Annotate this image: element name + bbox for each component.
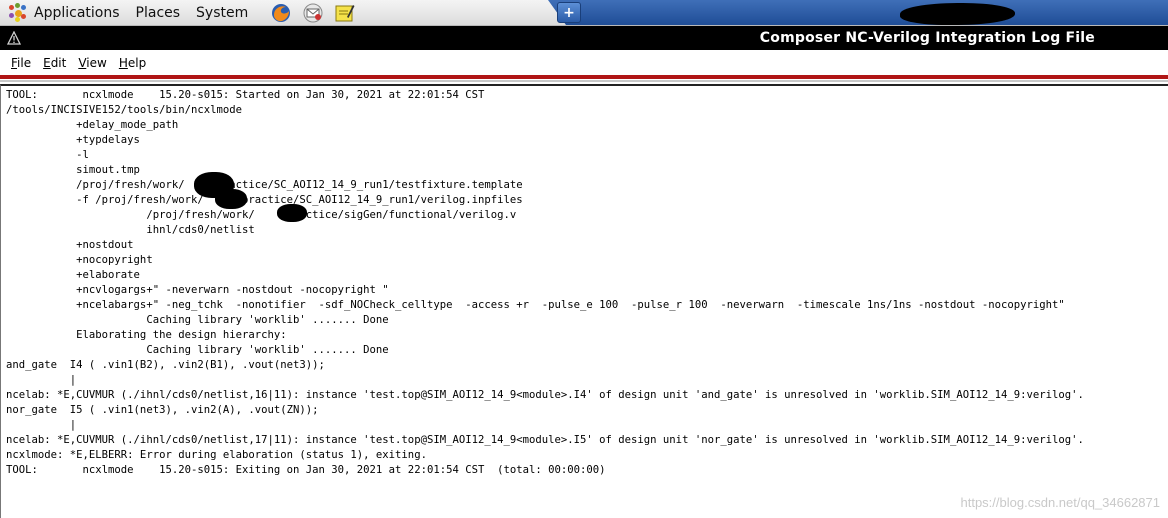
menu-separator-shadow [0,80,1168,82]
log-line: +elaborate [6,269,140,281]
firefox-icon[interactable] [270,2,292,24]
notes-icon[interactable] [334,2,356,24]
gnome-foot-icon[interactable] [8,2,28,23]
log-line: ihnl/cds0/netlist [6,224,255,236]
menu-separator [0,75,1168,79]
log-line: TOOL: ncxlmode 15.20-s015: Exiting on Ja… [6,464,606,476]
window-list-strip [548,0,1168,25]
mail-icon[interactable] [302,2,324,24]
log-line: simout.tmp [6,164,140,176]
show-desktop-button[interactable]: + [557,2,581,23]
log-line: Elaborating the design hierarchy: [6,329,287,341]
log-line: /proj/fresh/work/ /practice/sigGen/funct… [6,209,517,221]
plus-icon: + [563,4,575,21]
log-line: | [6,419,77,431]
log-line: /proj/fresh/work/ practice/SC_AOI12_14_9… [6,179,523,191]
window-title-bar: Composer NC-Verilog Integration Log File [0,26,1168,50]
log-line: Caching library 'worklib' ....... Done [6,344,389,356]
window-title: Composer NC-Verilog Integration Log File [759,30,1095,46]
warning-icon[interactable] [6,30,22,46]
log-line: TOOL: ncxlmode 15.20-s015: Started on Ja… [6,89,485,101]
redaction-mark [215,189,247,209]
log-line: +delay_mode_path [6,119,179,131]
log-line: +typdelays [6,134,140,146]
log-line: | [6,374,77,386]
log-line: +ncelabargs+" -neg_tchk -nonotifier -sdf… [6,299,1065,311]
menu-system[interactable]: System [196,5,248,21]
menu-help[interactable]: Help [119,56,146,70]
redaction-mark [900,3,1015,25]
log-line: ncelab: *E,CUVMUR (./ihnl/cds0/netlist,1… [6,434,1084,446]
menu-view[interactable]: View [78,56,106,70]
menu-applications[interactable]: Applications [34,5,120,21]
watermark: https://blog.csdn.net/qq_34662871 [960,495,1161,510]
log-line: and_gate I4 ( .vin1(B2), .vin2(B1), .vou… [6,359,325,371]
log-line: ncelab: *E,CUVMUR (./ihnl/cds0/netlist,1… [6,389,1084,401]
log-line: ncxlmode: *E,ELBERR: Error during elabor… [6,449,427,461]
redaction-mark [277,204,307,222]
menu-edit[interactable]: Edit [43,56,66,70]
log-line: Caching library 'worklib' ....... Done [6,314,389,326]
log-line: /tools/INCISIVE152/tools/bin/ncxlmode [6,104,242,116]
menu-bar: File Edit View Help [0,52,1168,74]
menu-file[interactable]: File [11,56,31,70]
log-line: +nostdout [6,239,134,251]
log-line: -l [6,149,89,161]
log-line: nor_gate I5 ( .vin1(net3), .vin2(A), .vo… [6,404,319,416]
log-line: +ncvlogargs+" -neverwarn -nostdout -noco… [6,284,389,296]
log-lines: TOOL: ncxlmode 15.20-s015: Started on Ja… [1,86,1168,478]
desktop-screen: Applications Places System + Composer NC… [0,0,1168,518]
menu-places[interactable]: Places [136,5,181,21]
log-line: +nocopyright [6,254,153,266]
log-line: -f /proj/fresh/work/ /practice/SC_AOI12_… [6,194,523,206]
log-text-area[interactable]: TOOL: ncxlmode 15.20-s015: Started on Ja… [0,84,1168,518]
